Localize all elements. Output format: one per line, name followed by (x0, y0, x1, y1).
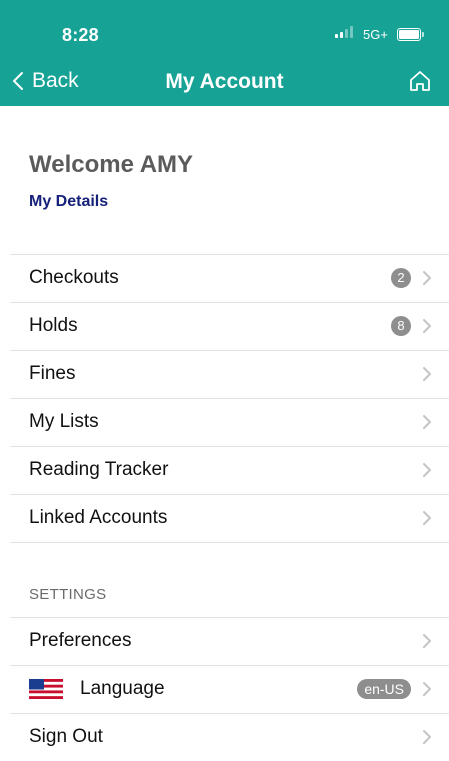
menu-item-linked-accounts[interactable]: Linked Accounts (0, 494, 449, 542)
home-button[interactable] (408, 69, 432, 93)
home-icon (410, 71, 430, 91)
menu-item-label: Fines (29, 363, 76, 384)
settings-menu: Preferences Language en-US Sign Out (0, 617, 449, 761)
my-details-link[interactable]: My Details (29, 193, 108, 211)
chevron-right-icon (423, 730, 431, 744)
settings-section-header: SETTINGS (29, 586, 107, 603)
page-title: My Account (165, 70, 284, 93)
count-badge: 2 (391, 268, 411, 288)
menu-item-label: Linked Accounts (29, 507, 168, 528)
network-type: 5G+ (363, 27, 388, 42)
menu-item-my-lists[interactable]: My Lists (0, 398, 449, 446)
menu-item-fines[interactable]: Fines (0, 350, 449, 398)
menu-item-language[interactable]: Language en-US (0, 665, 449, 713)
menu-item-label: Holds (29, 315, 78, 336)
status-time: 8:28 (62, 25, 99, 45)
battery-icon (397, 28, 421, 41)
chevron-right-icon (423, 415, 431, 429)
menu-item-label: My Lists (29, 411, 99, 432)
signal-icon (335, 26, 353, 38)
chevron-right-icon (423, 634, 431, 648)
menu-item-reading-tracker[interactable]: Reading Tracker (0, 446, 449, 494)
menu-item-label: Preferences (29, 630, 132, 651)
welcome-heading: Welcome AMY (29, 151, 194, 178)
chevron-right-icon (423, 682, 431, 696)
chevron-right-icon (423, 319, 431, 333)
account-menu: Checkouts 2 Holds 8 Fines My Lists Readi… (0, 254, 449, 543)
menu-item-label: Reading Tracker (29, 459, 169, 480)
count-badge: 8 (391, 316, 411, 336)
chevron-right-icon (423, 271, 431, 285)
menu-item-sign-out[interactable]: Sign Out (0, 713, 449, 761)
menu-item-holds[interactable]: Holds 8 (0, 302, 449, 350)
language-value-badge: en-US (357, 679, 411, 699)
chevron-right-icon (423, 511, 431, 525)
battery-tip (422, 32, 424, 37)
menu-item-checkouts[interactable]: Checkouts 2 (0, 254, 449, 302)
us-flag-icon (29, 679, 63, 699)
menu-item-label: Language (80, 678, 165, 699)
status-bar: 8:28 5G+ (0, 0, 449, 64)
menu-item-preferences[interactable]: Preferences (0, 617, 449, 665)
chevron-right-icon (423, 367, 431, 381)
menu-item-label: Checkouts (29, 267, 119, 288)
nav-header: 8:28 5G+ Back My Account (0, 0, 449, 106)
divider (10, 542, 449, 543)
menu-item-label: Sign Out (29, 726, 103, 747)
chevron-right-icon (423, 463, 431, 477)
